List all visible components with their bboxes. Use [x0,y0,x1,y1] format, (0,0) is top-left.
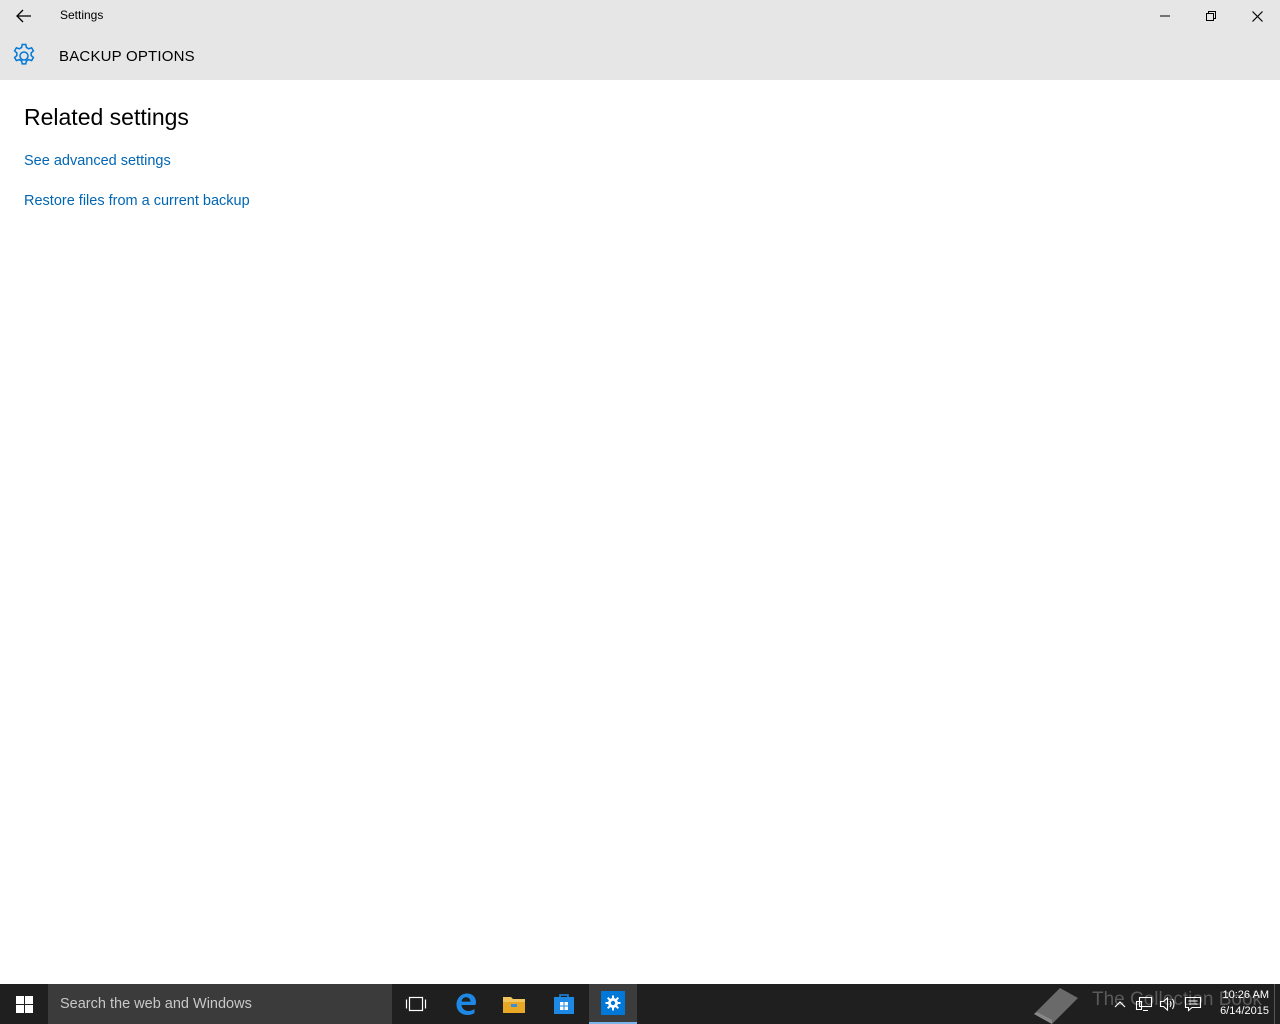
start-button[interactable] [0,984,48,1024]
window-title: Settings [60,8,104,22]
taskbar: Search the web and Windows The Collectio… [0,984,1280,1024]
window-controls [1142,0,1280,32]
back-button[interactable] [0,0,48,32]
search-placeholder: Search the web and Windows [60,996,252,1012]
restore-button[interactable] [1188,0,1234,32]
taskbar-search-box[interactable]: Search the web and Windows [48,984,392,1024]
title-bar: Settings [0,0,1280,32]
action-center-button[interactable] [1183,994,1203,1014]
page-title: BACKUP OPTIONS [59,48,195,65]
volume-icon [1159,996,1175,1012]
notification-icon [1184,996,1202,1012]
page-header: BACKUP OPTIONS [0,32,1280,80]
settings-taskbar-button[interactable] [589,984,637,1024]
task-view-button[interactable] [392,984,440,1024]
clock[interactable]: 10:26 AM 6/14/2015 [1205,987,1269,1019]
restore-icon [1206,11,1216,21]
gear-icon [13,43,35,65]
tray-overflow-button[interactable] [1110,994,1130,1014]
back-arrow-icon [16,9,31,23]
show-desktop-button[interactable] [1274,984,1280,1024]
close-icon [1251,10,1263,22]
minimize-icon [1160,15,1170,17]
restore-files-link[interactable]: Restore files from a current backup [24,193,250,209]
book-logo-icon [1034,988,1078,1024]
file-explorer-icon [503,997,525,1013]
task-view-icon [405,996,427,1012]
settings-tile [601,991,625,1015]
settings-icon [605,995,621,1011]
volume-button[interactable] [1158,994,1178,1014]
edge-taskbar-button[interactable] [442,984,490,1024]
store-taskbar-button[interactable] [540,984,588,1024]
close-button[interactable] [1234,0,1280,32]
edge-icon [456,993,476,1015]
clock-time: 10:26 AM [1222,989,1269,1001]
advanced-settings-link[interactable]: See advanced settings [24,153,171,169]
file-explorer-taskbar-button[interactable] [490,984,538,1024]
network-button[interactable] [1134,994,1154,1014]
section-heading: Related settings [24,104,189,130]
minimize-button[interactable] [1142,0,1188,32]
chevron-up-icon [1114,1001,1126,1008]
windows-logo-icon [15,995,33,1013]
store-icon [554,994,574,1014]
network-icon [1135,996,1153,1012]
clock-date: 6/14/2015 [1220,1005,1269,1017]
